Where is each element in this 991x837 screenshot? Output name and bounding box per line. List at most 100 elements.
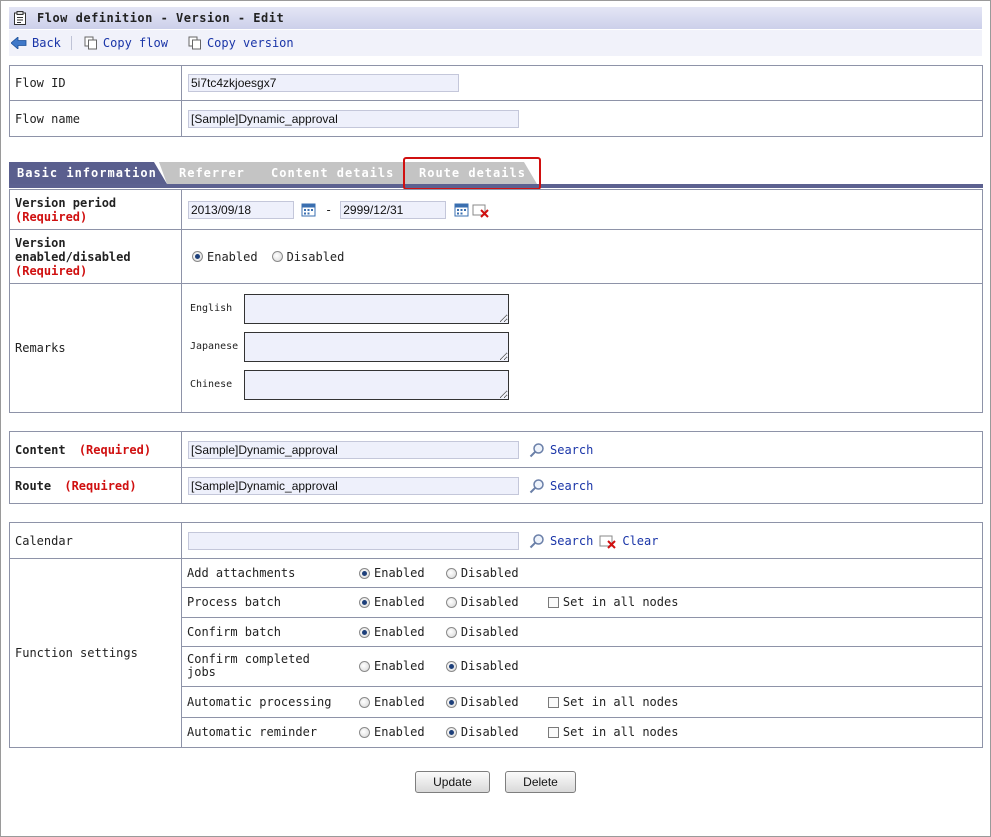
search-label: Search	[550, 442, 594, 457]
copy-flow-label: Copy flow	[102, 36, 168, 50]
search-icon	[529, 533, 544, 548]
calendar-icon[interactable]	[301, 202, 317, 218]
remarks-english-field[interactable]	[244, 294, 509, 324]
disabled-radio[interactable]	[445, 626, 457, 638]
function-row-automatic-processing: Automatic processing Enabled Disabled Se…	[182, 686, 982, 718]
disabled-radio[interactable]	[445, 597, 457, 608]
end-date-field[interactable]	[340, 200, 447, 219]
content-search-link[interactable]: Search	[529, 442, 593, 458]
set-all-nodes-checkbox[interactable]	[547, 696, 559, 708]
version-disabled-radio[interactable]	[271, 251, 283, 262]
function-settings-label: Function settings	[9, 558, 182, 748]
disabled-radio[interactable]	[445, 567, 457, 579]
flow-name-field[interactable]	[188, 109, 519, 128]
version-enabled-option: Enabled	[207, 249, 258, 264]
toolbar-divider	[70, 36, 72, 50]
page: Flow definition - Version - Edit Back Co…	[0, 0, 991, 837]
version-enabled-radio[interactable]	[192, 251, 203, 262]
tab-basic-information[interactable]: Basic information	[9, 162, 167, 184]
set-all-nodes-label: Set in all nodes	[562, 595, 679, 609]
copy-version-button[interactable]: Copy version	[188, 36, 294, 50]
function-settings-list: Add attachments Enabled Disabled Process…	[182, 559, 982, 747]
enabled-option: Enabled	[374, 725, 425, 740]
content-route-table: Content (Required) Search R	[9, 431, 983, 504]
content-title: Content	[15, 442, 66, 457]
required-mark: (Required)	[64, 478, 137, 493]
disabled-option: Disabled	[460, 694, 519, 709]
page-title: Flow definition - Version - Edit	[37, 11, 285, 25]
tab-content-details-label: Content details	[271, 166, 395, 180]
search-icon	[529, 478, 544, 493]
function-name: Confirm completed jobs	[182, 646, 358, 687]
calendar-field[interactable]	[188, 531, 519, 550]
remarks-english-label: English	[190, 303, 233, 314]
search-label: Search	[550, 533, 594, 548]
settings-table: Calendar Search Clear Function settings …	[9, 522, 983, 748]
tab-referrer[interactable]: Referrer	[159, 162, 269, 184]
function-row-confirm-completed-jobs: Confirm completed jobs Enabled Disabled	[182, 646, 982, 687]
set-all-nodes-label: Set in all nodes	[562, 694, 679, 709]
disabled-option: Disabled	[460, 595, 519, 609]
clear-icon	[599, 535, 617, 549]
version-period-title: Version period	[15, 195, 117, 210]
disabled-radio[interactable]	[445, 727, 457, 739]
enabled-radio[interactable]	[359, 661, 370, 672]
back-label: Back	[32, 36, 61, 50]
function-name: Add attachments	[182, 559, 358, 588]
version-disabled-option: Disabled	[286, 249, 345, 264]
remarks-japanese-field[interactable]	[244, 332, 509, 362]
tab-content-details[interactable]: Content details	[249, 162, 407, 184]
version-enabled-label: Version enabled/disabled (Required)	[9, 229, 182, 284]
flow-id-field[interactable]	[188, 74, 459, 92]
enabled-radio[interactable]	[359, 696, 370, 708]
copy-flow-button[interactable]: Copy flow	[84, 36, 168, 50]
copy-version-label: Copy version	[206, 36, 294, 50]
function-name: Automatic processing	[182, 686, 358, 718]
back-button[interactable]: Back	[11, 36, 61, 50]
route-field[interactable]	[188, 476, 519, 495]
function-row-process-batch: Process batch Enabled Disabled Set in al…	[182, 587, 982, 618]
function-name: Automatic reminder	[187, 725, 318, 740]
disabled-radio[interactable]	[445, 696, 457, 708]
function-row-add-attachments: Add attachments Enabled Disabled	[182, 559, 982, 588]
back-arrow-icon	[11, 37, 27, 49]
delete-button[interactable]: Delete	[505, 771, 576, 793]
update-button[interactable]: Update	[415, 771, 490, 793]
disabled-radio[interactable]	[445, 661, 457, 672]
start-date-field[interactable]	[188, 200, 294, 219]
remarks-label: Remarks	[9, 283, 182, 413]
calendar-clear-link[interactable]: Clear	[599, 533, 658, 549]
enabled-radio[interactable]	[359, 597, 370, 608]
enabled-option: Enabled	[374, 694, 425, 709]
search-label: Search	[550, 478, 594, 493]
basic-info-table: Version period (Required) -	[9, 189, 983, 413]
content-field[interactable]	[188, 440, 519, 459]
disabled-option: Disabled	[460, 565, 519, 580]
route-details-highlight	[403, 157, 541, 190]
enabled-option: Enabled	[374, 624, 425, 639]
remarks-chinese-label: Chinese	[190, 379, 233, 390]
tab-bar: Route details Content details Referrer B…	[9, 157, 983, 190]
toolbar: Back Copy flow Copy version	[9, 30, 982, 56]
tab-basic-information-label: Basic information	[17, 166, 157, 180]
function-row-automatic-reminder: Automatic reminder Enabled Disabled Set …	[182, 717, 982, 747]
route-label: Route (Required)	[9, 467, 182, 504]
content-label: Content (Required)	[9, 431, 182, 468]
tab-referrer-label: Referrer	[179, 166, 245, 180]
enabled-radio[interactable]	[359, 626, 370, 638]
calendar-search-link[interactable]: Search	[529, 533, 593, 549]
clear-date-icon[interactable]	[472, 202, 490, 218]
enabled-radio[interactable]	[359, 727, 370, 739]
date-separator: -	[325, 202, 333, 217]
route-search-link[interactable]: Search	[529, 478, 593, 494]
calendar-icon[interactable]	[454, 202, 470, 218]
set-all-nodes-checkbox[interactable]	[547, 727, 559, 739]
clipboard-icon	[14, 11, 26, 25]
function-name: Confirm batch	[182, 617, 358, 647]
required-mark: (Required)	[15, 209, 88, 224]
enabled-radio[interactable]	[359, 567, 370, 579]
clear-label: Clear	[622, 533, 659, 548]
set-all-nodes-checkbox[interactable]	[547, 597, 559, 608]
remarks-chinese-field[interactable]	[244, 370, 509, 400]
remarks-fields: English Japanese Chinese	[182, 284, 982, 412]
